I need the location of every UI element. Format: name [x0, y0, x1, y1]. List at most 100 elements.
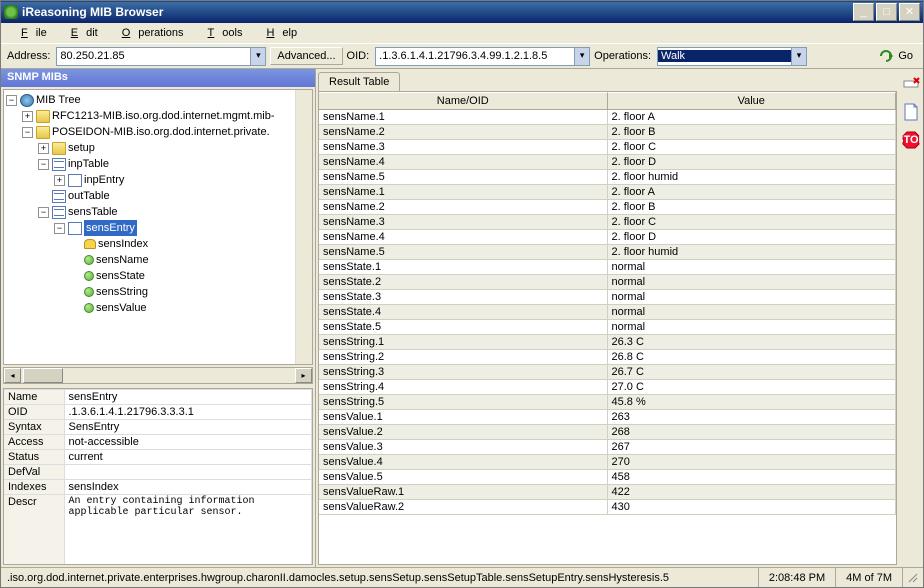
cell-value: normal: [608, 305, 897, 319]
table-row[interactable]: sensValue.1263: [319, 410, 896, 425]
advanced-button[interactable]: Advanced...: [270, 47, 342, 65]
cell-value: 458: [608, 470, 897, 484]
tree-expander[interactable]: +: [38, 143, 49, 154]
prop-syntax-value: SensEntry: [64, 419, 312, 434]
table-row[interactable]: sensName.32. floor C: [319, 215, 896, 230]
status-time: 2:08:48 PM: [758, 568, 835, 587]
prop-defval-label: DefVal: [4, 464, 64, 479]
table-row[interactable]: sensName.22. floor B: [319, 125, 896, 140]
table-row[interactable]: sensName.42. floor D: [319, 155, 896, 170]
scroll-right-button[interactable]: ▸: [295, 368, 312, 383]
operations-value[interactable]: Walk: [658, 50, 791, 62]
table-row[interactable]: sensString.226.8 C: [319, 350, 896, 365]
tree-sensString[interactable]: sensString: [96, 284, 148, 300]
titlebar: iReasoning MIB Browser _ □ ✕: [1, 1, 923, 23]
horizontal-scrollbar[interactable]: ◂ ▸: [3, 367, 313, 384]
grid-body[interactable]: sensName.12. floor AsensName.22. floor B…: [319, 110, 896, 564]
status-path: .iso.org.dod.internet.private.enterprise…: [1, 572, 758, 584]
menu-help[interactable]: Help: [250, 25, 305, 41]
stop-icon[interactable]: STOP: [902, 131, 920, 149]
resize-grip-icon[interactable]: [902, 568, 923, 587]
table-row[interactable]: sensValue.5458: [319, 470, 896, 485]
menu-tools[interactable]: Tools: [192, 25, 251, 41]
maximize-button[interactable]: □: [876, 3, 897, 21]
col-name-oid[interactable]: Name/OID: [319, 92, 608, 109]
tree-mib1[interactable]: RFC1213-MIB.iso.org.dod.internet.mgmt.mi…: [52, 108, 275, 124]
tree-expander[interactable]: −: [38, 207, 49, 218]
table-row[interactable]: sensValue.4270: [319, 455, 896, 470]
scroll-thumb[interactable]: [23, 368, 63, 383]
table-row[interactable]: sensState.3normal: [319, 290, 896, 305]
tree-outTable[interactable]: outTable: [68, 188, 110, 204]
cell-name: sensName.2: [319, 125, 608, 139]
chevron-down-icon[interactable]: ▾: [791, 48, 806, 65]
table-row[interactable]: sensString.326.7 C: [319, 365, 896, 380]
cell-value: 2. floor D: [608, 155, 897, 169]
tree-expander[interactable]: +: [22, 111, 33, 122]
table-row[interactable]: sensValueRaw.2430: [319, 500, 896, 515]
chevron-down-icon[interactable]: ▾: [250, 48, 265, 65]
scroll-left-button[interactable]: ◂: [4, 368, 21, 383]
table-row[interactable]: sensValueRaw.1422: [319, 485, 896, 500]
tree-root[interactable]: MIB Tree: [36, 92, 81, 108]
tab-result-table[interactable]: Result Table: [318, 72, 400, 92]
cell-value: 2. floor A: [608, 185, 897, 199]
table-row[interactable]: sensName.52. floor humid: [319, 245, 896, 260]
table-row[interactable]: sensName.12. floor A: [319, 185, 896, 200]
tree-expander[interactable]: −: [54, 223, 65, 234]
tree-inpEntry[interactable]: inpEntry: [84, 172, 124, 188]
close-button[interactable]: ✕: [899, 3, 920, 21]
prop-oid-value: .1.3.6.1.4.1.21796.3.3.3.1: [64, 404, 312, 419]
tree-sensIndex[interactable]: sensIndex: [98, 236, 148, 252]
table-row[interactable]: sensState.5normal: [319, 320, 896, 335]
tree-expander[interactable]: −: [6, 95, 17, 106]
table-row[interactable]: sensName.32. floor C: [319, 140, 896, 155]
oid-dropdown[interactable]: .1.3.6.1.4.1.21796.3.4.99.1.2.1.8.5 ▾: [375, 47, 590, 66]
cell-value: 45.8 %: [608, 395, 897, 409]
tree-sensState[interactable]: sensState: [96, 268, 145, 284]
table-row[interactable]: sensString.126.3 C: [319, 335, 896, 350]
tree-setup[interactable]: setup: [68, 140, 95, 156]
cell-name: sensName.4: [319, 155, 608, 169]
table-row[interactable]: sensName.12. floor A: [319, 110, 896, 125]
cell-value: 422: [608, 485, 897, 499]
tree-expander[interactable]: −: [22, 127, 33, 138]
address-value[interactable]: 80.250.21.85: [57, 50, 250, 62]
tree-sensEntry[interactable]: sensEntry: [84, 220, 137, 236]
tree-sensValue[interactable]: sensValue: [96, 300, 147, 316]
minimize-button[interactable]: _: [853, 3, 874, 21]
tree-mib2[interactable]: POSEIDON-MIB.iso.org.dod.internet.privat…: [52, 124, 270, 140]
table-row[interactable]: sensValue.2268: [319, 425, 896, 440]
col-value[interactable]: Value: [608, 92, 897, 109]
menu-operations[interactable]: Operations: [106, 25, 192, 41]
table-row[interactable]: sensName.52. floor humid: [319, 170, 896, 185]
table-row[interactable]: sensString.427.0 C: [319, 380, 896, 395]
menu-edit[interactable]: Edit: [55, 25, 106, 41]
chevron-down-icon[interactable]: ▾: [574, 48, 589, 65]
vertical-scrollbar[interactable]: [295, 90, 312, 364]
tree-inpTable[interactable]: inpTable: [68, 156, 109, 172]
mib-tree[interactable]: − MIB Tree + RFC1213-MIB.iso.org.dod.inter…: [3, 89, 313, 365]
table-row[interactable]: sensState.4normal: [319, 305, 896, 320]
delete-row-icon[interactable]: [902, 75, 920, 93]
tree-sensName[interactable]: sensName: [96, 252, 149, 268]
oid-value[interactable]: .1.3.6.1.4.1.21796.3.4.99.1.2.1.8.5: [376, 50, 574, 62]
table-row[interactable]: sensName.42. floor D: [319, 230, 896, 245]
prop-name-label: Name: [4, 389, 64, 404]
tree-expander[interactable]: +: [54, 175, 65, 186]
table-row[interactable]: sensState.1normal: [319, 260, 896, 275]
tree-expander[interactable]: −: [38, 159, 49, 170]
table-row[interactable]: sensState.2normal: [319, 275, 896, 290]
prop-status-label: Status: [4, 449, 64, 464]
cell-value: 27.0 C: [608, 380, 897, 394]
tree-sensTable[interactable]: sensTable: [68, 204, 118, 220]
table-row[interactable]: sensString.545.8 %: [319, 395, 896, 410]
document-icon[interactable]: [902, 103, 920, 121]
address-dropdown[interactable]: 80.250.21.85 ▾: [56, 47, 266, 66]
go-button[interactable]: Go: [875, 47, 917, 65]
operations-dropdown[interactable]: Walk ▾: [657, 47, 807, 66]
menu-file[interactable]: File: [5, 25, 55, 41]
table-row[interactable]: sensValue.3267: [319, 440, 896, 455]
table-row[interactable]: sensName.22. floor B: [319, 200, 896, 215]
cell-name: sensName.5: [319, 170, 608, 184]
